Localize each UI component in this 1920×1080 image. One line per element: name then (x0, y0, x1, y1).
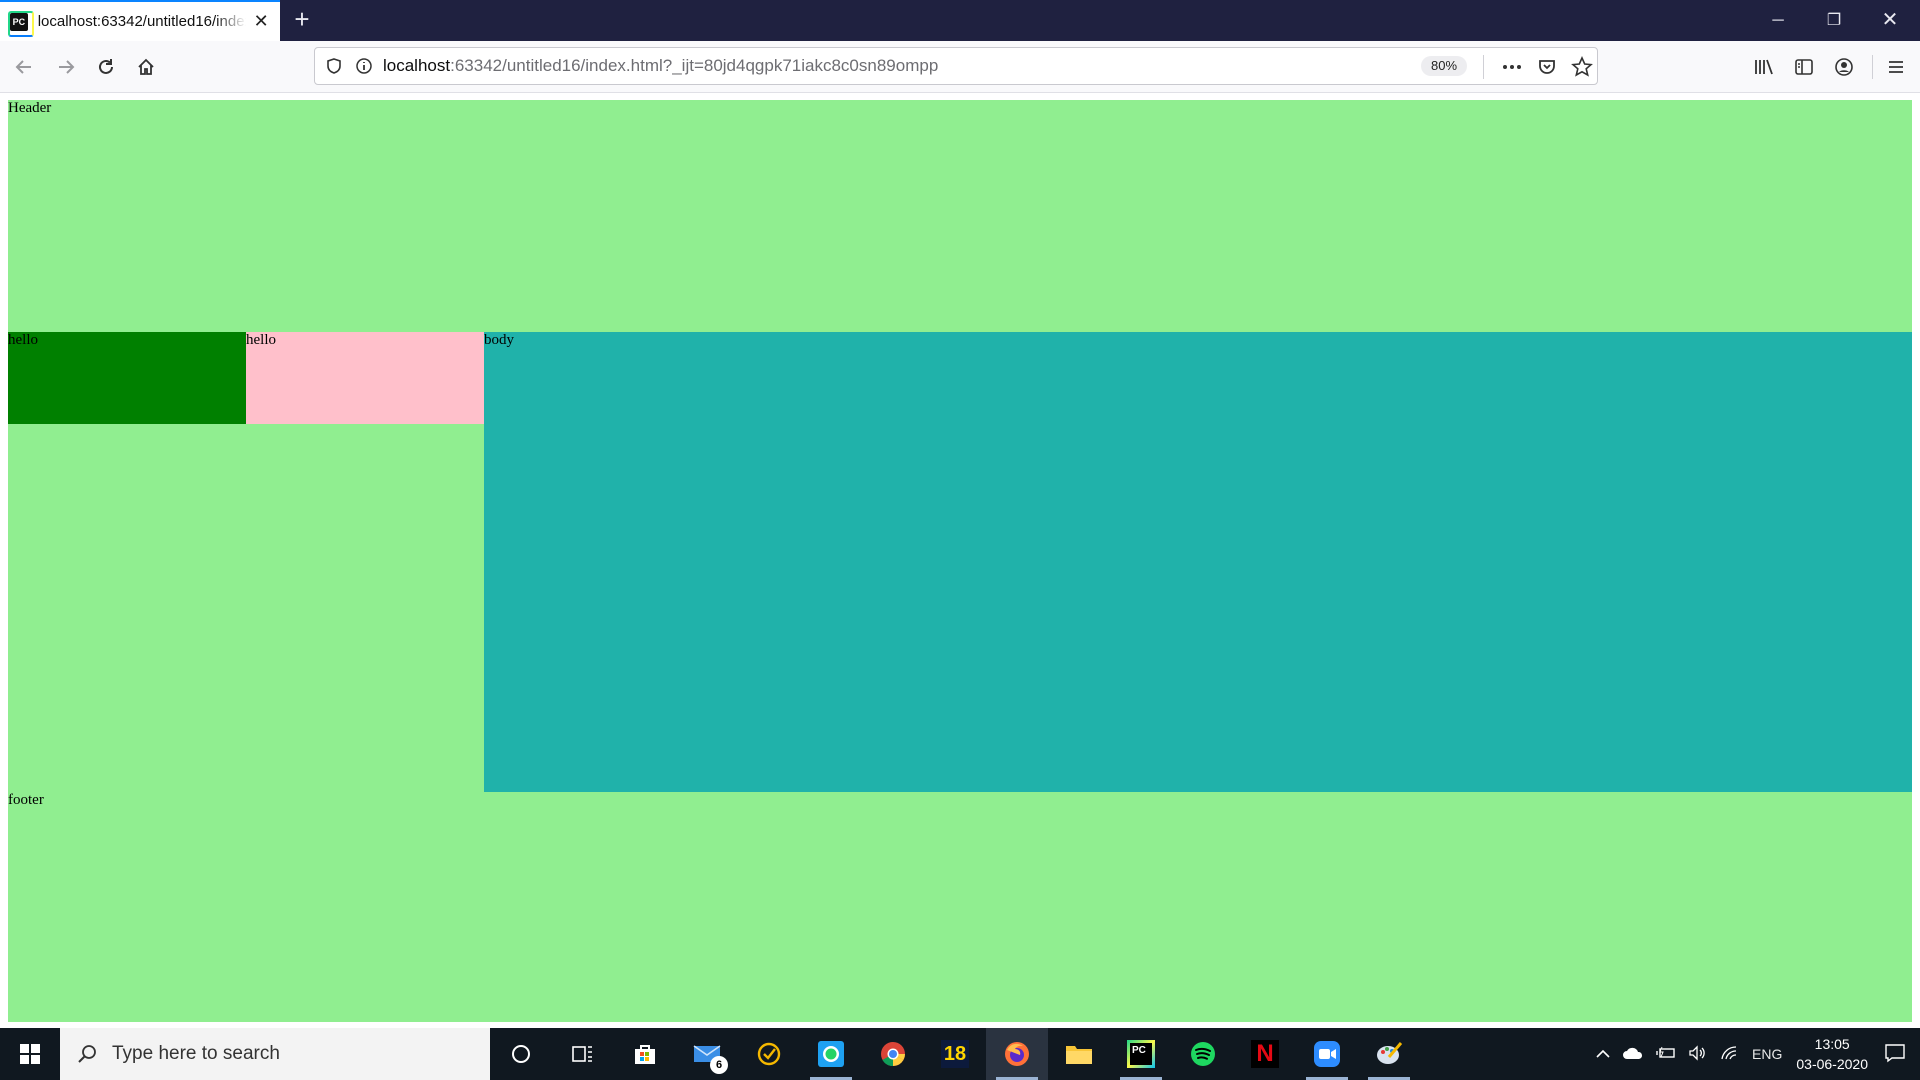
page-actions-ellipsis-icon[interactable] (1501, 57, 1523, 77)
hello-green-label: hello (8, 332, 38, 348)
url-text[interactable]: localhost:63342/untitled16/index.html?_i… (383, 56, 938, 76)
restore-window-button[interactable]: ❐ (1806, 0, 1862, 41)
search-placeholder: Type here to search (112, 1043, 280, 1064)
browser-titlebar: PC localhost:63342/untitled16/index.html… (0, 0, 1920, 41)
show-hidden-icons-chevron-icon[interactable] (1596, 1046, 1610, 1062)
mail-button[interactable]: 6 (676, 1028, 738, 1080)
tracking-protection-shield-icon[interactable] (325, 57, 343, 75)
action-center-icon[interactable] (1884, 1043, 1906, 1066)
netflix-icon: N (1251, 1040, 1279, 1068)
page-header-region: Header (8, 100, 1912, 332)
reload-button[interactable] (90, 51, 122, 83)
tab-title: localhost:63342/untitled16/index.html?_i… (37, 13, 247, 30)
minimize-window-button[interactable]: ─ (1750, 0, 1806, 41)
url-bar[interactable]: localhost:63342/untitled16/index.html?_i… (314, 47, 1598, 85)
cortana-icon (512, 1045, 530, 1063)
account-button[interactable] (1828, 51, 1860, 83)
library-button[interactable] (1748, 51, 1780, 83)
reload-icon (99, 59, 113, 74)
taskbar-search-box[interactable]: Type here to search (60, 1028, 490, 1080)
url-host: localhost (383, 56, 451, 75)
windows-logo-icon (20, 1044, 40, 1064)
hello-pink-label: hello (246, 332, 276, 348)
language-indicator[interactable]: ENG (1752, 1046, 1782, 1062)
hello-box-green: hello (8, 332, 246, 424)
pycharm-icon: PC (1127, 1040, 1155, 1068)
new-tab-button[interactable]: + (288, 6, 316, 34)
paint-icon (1377, 1042, 1403, 1064)
start-button[interactable] (0, 1028, 60, 1080)
app-18-icon: 18 (941, 1040, 969, 1068)
page-body-region: body (484, 332, 1912, 792)
web-page: Header hello hello body footer (0, 94, 1920, 1028)
zoom-button[interactable] (1296, 1028, 1358, 1080)
back-button[interactable] (8, 51, 40, 83)
store-button[interactable] (614, 1028, 676, 1080)
hello-box-pink: hello (246, 332, 484, 424)
pycharm-button[interactable]: PC (1110, 1028, 1172, 1080)
urlbar-divider (1483, 55, 1484, 79)
netflix-button[interactable]: N (1234, 1028, 1296, 1080)
close-window-button[interactable]: ✕ (1862, 0, 1918, 41)
whatsapp-icon (818, 1041, 844, 1067)
bookmark-star-icon[interactable] (1571, 56, 1593, 78)
chrome-icon (881, 1042, 905, 1066)
forward-button[interactable] (50, 51, 82, 83)
onedrive-cloud-icon[interactable] (1622, 1046, 1644, 1063)
battery-icon[interactable] (1656, 1046, 1676, 1063)
paint-button[interactable] (1358, 1028, 1420, 1080)
body-label: body (484, 332, 514, 348)
todo-button[interactable] (738, 1028, 800, 1080)
zoom-icon (1314, 1041, 1340, 1067)
search-icon (78, 1045, 96, 1063)
store-icon (635, 1045, 655, 1064)
clock-date: 03-06-2020 (1796, 1056, 1868, 1072)
close-tab-icon[interactable]: ✕ (252, 11, 270, 32)
pocket-icon[interactable] (1537, 57, 1557, 77)
library-icon (1755, 59, 1773, 75)
app-18-button[interactable]: 18 (924, 1028, 986, 1080)
windows-taskbar: Type here to search 6 18 PC N ENG 13:05 … (0, 1028, 1920, 1080)
file-explorer-icon (1066, 1046, 1092, 1064)
pycharm-favicon-icon: PC (8, 10, 34, 37)
sidebar-icon (1795, 59, 1813, 75)
todo-icon (757, 1042, 781, 1066)
page-footer-region: footer (8, 792, 1912, 1022)
task-view-button[interactable] (552, 1028, 614, 1080)
url-path: :63342/untitled16/index.html?_ijt=80jd4q… (450, 56, 939, 75)
footer-label: footer (8, 792, 44, 808)
chrome-button[interactable] (862, 1028, 924, 1080)
firefox-button[interactable] (986, 1028, 1048, 1080)
home-button[interactable] (130, 51, 162, 83)
task-view-icon (572, 1046, 592, 1062)
forward-arrow-icon (59, 60, 75, 74)
wifi-icon[interactable] (1720, 1045, 1740, 1064)
menu-button[interactable] (1880, 51, 1912, 83)
browser-navbar: localhost:63342/untitled16/index.html?_i… (0, 41, 1920, 93)
whatsapp-button[interactable] (800, 1028, 862, 1080)
spotify-icon (1191, 1042, 1215, 1066)
hamburger-menu-icon (1889, 61, 1903, 73)
spotify-button[interactable] (1172, 1028, 1234, 1080)
toolbar-divider (1872, 55, 1873, 79)
firefox-icon (1005, 1042, 1029, 1066)
zoom-level-badge[interactable]: 80% (1421, 56, 1468, 76)
back-arrow-icon (15, 60, 31, 74)
file-explorer-button[interactable] (1048, 1028, 1110, 1080)
clock-time: 13:05 (1814, 1036, 1850, 1052)
cortana-button[interactable] (490, 1028, 552, 1080)
mail-badge: 6 (710, 1056, 728, 1074)
home-icon (138, 58, 154, 75)
browser-tab[interactable]: PC localhost:63342/untitled16/index.html… (0, 0, 280, 41)
account-icon (1835, 58, 1853, 76)
volume-icon[interactable] (1688, 1044, 1708, 1064)
header-label: Header (8, 100, 52, 116)
clock[interactable]: 13:05 03-06-2020 (1796, 1034, 1868, 1074)
site-info-icon[interactable] (355, 57, 373, 75)
system-tray: ENG 13:05 03-06-2020 (1590, 1028, 1920, 1080)
sidebar-toggle-button[interactable] (1788, 51, 1820, 83)
